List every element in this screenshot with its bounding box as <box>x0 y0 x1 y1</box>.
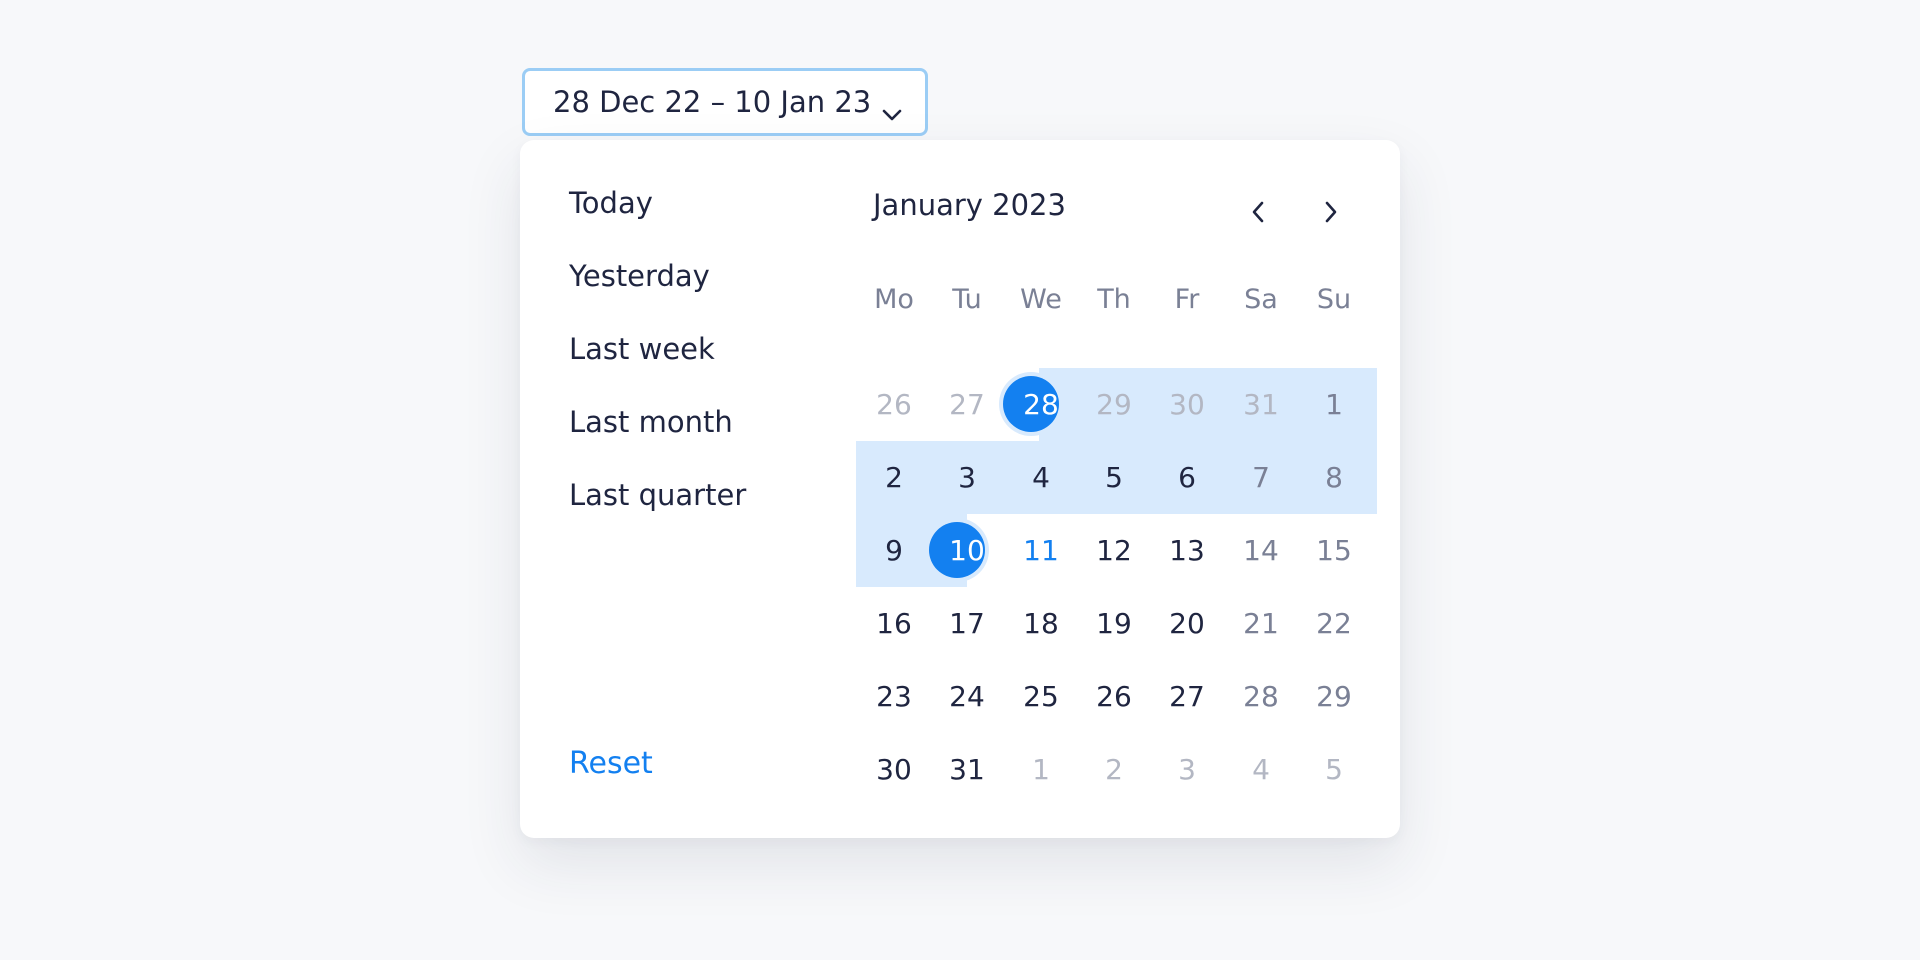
day-cell[interactable]: 2 <box>1077 733 1151 805</box>
day-cell[interactable]: 29 <box>1297 660 1371 732</box>
day-cell[interactable]: 10 <box>930 514 1004 586</box>
day-cell[interactable]: 7 <box>1224 441 1298 513</box>
day-cell[interactable]: 19 <box>1077 587 1151 659</box>
day-cell[interactable]: 5 <box>1297 733 1371 805</box>
reset-button[interactable]: Reset <box>569 746 653 781</box>
date-range-trigger[interactable]: 28 Dec 22 – 10 Jan 23 <box>522 68 928 136</box>
day-cell[interactable]: 4 <box>1004 441 1078 513</box>
weekday-label: Mo <box>874 284 914 315</box>
date-range-label: 28 Dec 22 – 10 Jan 23 <box>553 85 872 119</box>
preset-today[interactable]: Today <box>569 186 653 220</box>
month-title: January 2023 <box>873 188 1066 222</box>
day-cell[interactable]: 28 <box>1004 368 1078 440</box>
day-cell[interactable]: 22 <box>1297 587 1371 659</box>
day-cell[interactable]: 27 <box>930 368 1004 440</box>
next-month-button[interactable] <box>1311 192 1351 232</box>
day-cell[interactable]: 9 <box>857 514 931 586</box>
preset-yesterday[interactable]: Yesterday <box>569 259 710 293</box>
preset-last-month[interactable]: Last month <box>569 405 733 439</box>
weekday-label: Tu <box>952 284 982 315</box>
day-cell[interactable]: 25 <box>1004 660 1078 732</box>
chevron-left-icon <box>1252 201 1264 223</box>
day-cell[interactable]: 15 <box>1297 514 1371 586</box>
day-cell[interactable]: 21 <box>1224 587 1298 659</box>
day-cell[interactable]: 1 <box>1297 368 1371 440</box>
day-cell[interactable]: 3 <box>1150 733 1224 805</box>
preset-last-week[interactable]: Last week <box>569 332 715 366</box>
day-cell[interactable]: 5 <box>1077 441 1151 513</box>
preset-last-quarter[interactable]: Last quarter <box>569 478 746 512</box>
day-cell[interactable]: 30 <box>1150 368 1224 440</box>
day-cell[interactable]: 27 <box>1150 660 1224 732</box>
day-cell[interactable]: 31 <box>930 733 1004 805</box>
day-cell[interactable]: 6 <box>1150 441 1224 513</box>
chevron-right-icon <box>1325 201 1337 223</box>
date-picker-panel: Today Yesterday Last week Last month Las… <box>520 140 1400 838</box>
day-cell[interactable]: 2 <box>857 441 931 513</box>
weekday-label: Su <box>1316 284 1352 315</box>
day-cell[interactable]: 31 <box>1224 368 1298 440</box>
day-cell[interactable]: 20 <box>1150 587 1224 659</box>
day-cell[interactable]: 30 <box>857 733 931 805</box>
day-cell[interactable]: 26 <box>1077 660 1151 732</box>
day-cell[interactable]: 3 <box>930 441 1004 513</box>
weekday-label: Sa <box>1244 284 1278 315</box>
day-cell[interactable]: 24 <box>930 660 1004 732</box>
day-cell[interactable]: 16 <box>857 587 931 659</box>
day-cell[interactable]: 12 <box>1077 514 1151 586</box>
weekday-label: Th <box>1097 284 1131 315</box>
day-cell[interactable]: 13 <box>1150 514 1224 586</box>
day-cell[interactable]: 8 <box>1297 441 1371 513</box>
prev-month-button[interactable] <box>1238 192 1278 232</box>
day-cell[interactable]: 18 <box>1004 587 1078 659</box>
day-cell[interactable]: 17 <box>930 587 1004 659</box>
day-cell[interactable]: 14 <box>1224 514 1298 586</box>
day-cell[interactable]: 23 <box>857 660 931 732</box>
day-cell[interactable]: 1 <box>1004 733 1078 805</box>
day-cell[interactable]: 4 <box>1224 733 1298 805</box>
day-cell[interactable]: 26 <box>857 368 931 440</box>
day-cell[interactable]: 29 <box>1077 368 1151 440</box>
weekday-label: We <box>1020 284 1062 315</box>
weekday-label: Fr <box>1174 284 1200 315</box>
day-cell[interactable]: 28 <box>1224 660 1298 732</box>
chevron-down-icon <box>881 95 903 121</box>
day-cell[interactable]: 11 <box>1004 514 1078 586</box>
